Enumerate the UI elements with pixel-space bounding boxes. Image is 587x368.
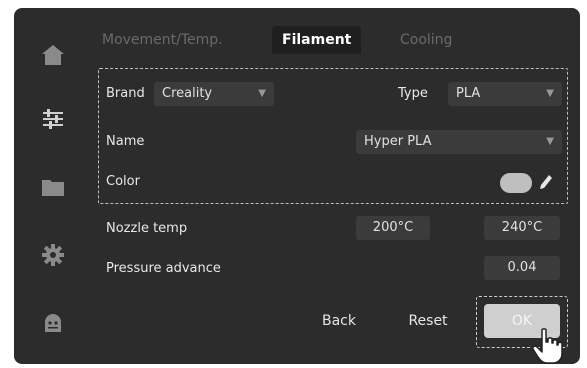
nozzle-temp-min-field[interactable]: 200°C [356,216,430,240]
sliders-icon [43,109,63,129]
robot-icon [45,314,61,332]
name-select[interactable]: Hyper PLA ▼ [356,130,562,154]
back-button[interactable]: Back [304,304,374,338]
chevron-down-icon: ▼ [546,88,554,99]
type-value: PLA [456,86,481,101]
type-select[interactable]: PLA ▼ [448,82,562,106]
color-swatch[interactable] [500,173,532,193]
sidebar [14,8,92,364]
chevron-down-icon: ▼ [258,88,266,99]
type-label: Type [398,86,428,101]
pressure-advance-label: Pressure advance [106,261,221,276]
sidebar-item-system[interactable] [34,236,72,274]
gear-icon [42,244,64,266]
sidebar-item-files[interactable] [34,168,72,206]
name-label: Name [106,134,145,149]
chevron-down-icon: ▼ [546,136,554,147]
nozzle-temp-label: Nozzle temp [106,221,188,236]
reset-button[interactable]: Reset [392,304,464,338]
pointer-hand-icon [532,328,563,364]
pressure-advance-field[interactable]: 0.04 [484,256,560,280]
edit-pencil-icon[interactable] [538,172,554,190]
sidebar-item-assistant[interactable] [34,304,72,342]
tab-movement-temp[interactable]: Movement/Temp. [102,26,223,54]
home-icon [42,45,64,65]
sidebar-item-home[interactable] [34,36,72,74]
brand-label: Brand [106,86,145,101]
printer-screen: Movement/Temp. Filament Cooling Brand Cr… [14,8,580,364]
color-label: Color [106,174,140,189]
tab-filament[interactable]: Filament [272,26,362,54]
name-value: Hyper PLA [364,134,432,149]
folder-icon [42,180,64,196]
brand-value: Creality [162,86,213,101]
nozzle-temp-max-field[interactable]: 240°C [484,216,560,240]
sidebar-item-settings[interactable] [34,100,72,138]
brand-select[interactable]: Creality ▼ [154,82,274,106]
tab-cooling[interactable]: Cooling [400,26,452,54]
